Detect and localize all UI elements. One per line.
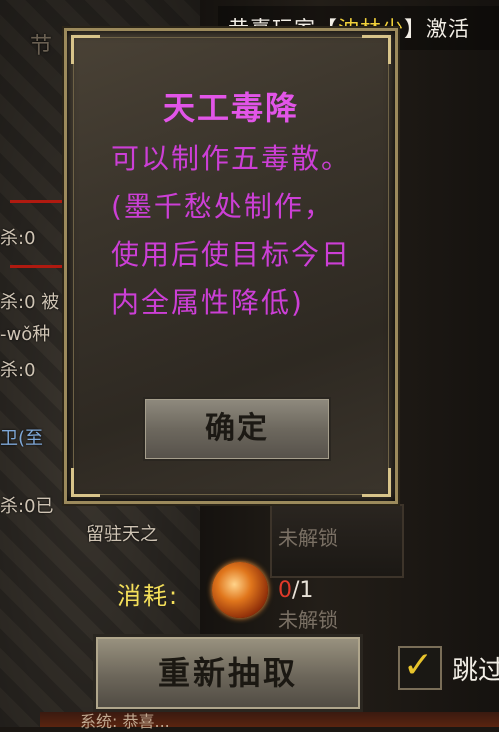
bg-line-6: 杀:0已 bbox=[0, 496, 54, 517]
cost-count: 0/1 bbox=[278, 578, 313, 603]
confirm-button[interactable]: 确定 bbox=[143, 397, 331, 461]
dialog-description: 可以制作五毒散。(墨千愁处制作，使用后使目标今日内全属性降低) bbox=[111, 142, 352, 319]
dialog-title: 天工毒降 bbox=[162, 89, 299, 127]
announcement-suffix: 】激活 bbox=[404, 17, 470, 41]
locked-slot-2-label: 未解锁 bbox=[278, 608, 338, 632]
skip-checkbox[interactable]: ✓ bbox=[398, 646, 442, 690]
bg-line-3: -wǒ种 bbox=[0, 324, 51, 345]
bg-line-7: 留驻天之 bbox=[86, 524, 158, 545]
checkmark-icon: ✓ bbox=[403, 645, 434, 686]
redraw-button[interactable]: 重新抽取 bbox=[93, 634, 363, 712]
corner-ornament-icon bbox=[71, 468, 100, 497]
item-info-dialog: 天工毒降 可以制作五毒散。(墨千愁处制作，使用后使目标今日内全属性降低) 确定 bbox=[64, 28, 398, 504]
corner-ornament-icon bbox=[362, 35, 391, 64]
poison-orb-icon[interactable] bbox=[212, 562, 268, 618]
system-message-strip: 系统: 恭喜... bbox=[40, 712, 499, 731]
corner-ornament-icon bbox=[71, 35, 100, 64]
bg-line-1: 杀:0 bbox=[0, 228, 36, 249]
locked-slot-1-label: 未解锁 bbox=[278, 526, 338, 550]
bg-label-top: 节 bbox=[30, 34, 53, 59]
bg-line-4: 杀:0 bbox=[0, 360, 36, 381]
bg-line-2: 杀:0 被 bbox=[0, 292, 60, 313]
hp-bar bbox=[10, 200, 70, 203]
hp-bar bbox=[10, 265, 70, 268]
bg-line-5: 卫(至 bbox=[0, 428, 44, 449]
corner-ornament-icon bbox=[362, 468, 391, 497]
cost-have: 0 bbox=[278, 578, 292, 603]
skip-label[interactable]: 跳过 bbox=[452, 650, 499, 687]
cost-label: 消耗: bbox=[117, 582, 180, 610]
cost-need: /1 bbox=[292, 578, 314, 603]
system-message-text: 系统: 恭喜... bbox=[80, 712, 170, 731]
